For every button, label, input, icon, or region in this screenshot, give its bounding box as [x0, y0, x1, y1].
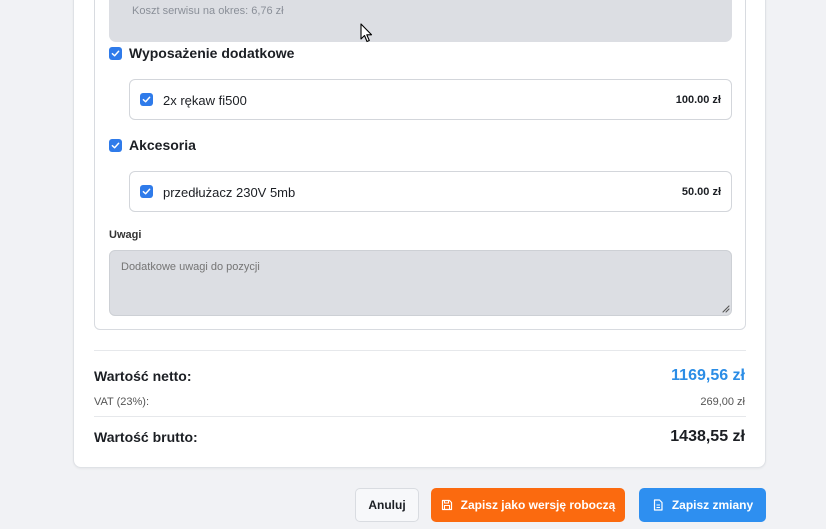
- position-details-panel: Koszt serwisu na okres: 6,76 zł Wyposaże…: [94, 0, 746, 330]
- save-draft-button[interactable]: Zapisz jako wersję roboczą: [431, 488, 625, 522]
- notes-textarea[interactable]: [109, 250, 732, 316]
- group-title-wyposazenie: Wyposażenie dodatkowe: [129, 45, 295, 61]
- net-value-label: Wartość netto:: [94, 368, 192, 384]
- position-edit-card: Koszt serwisu na okres: 6,76 zł Wyposaże…: [73, 0, 766, 468]
- group-checkbox-wyposazenie[interactable]: [109, 47, 122, 60]
- notes-label: Uwagi: [109, 229, 142, 241]
- checkmark-icon: [142, 96, 151, 103]
- document-icon: [653, 499, 663, 511]
- cancel-button[interactable]: Anuluj: [355, 488, 419, 522]
- item-price: 50.00 zł: [681, 186, 721, 198]
- floppy-disk-icon: [441, 499, 452, 511]
- net-value: 1169,56 zł: [671, 367, 745, 384]
- vat-label: VAT (23%):: [94, 396, 150, 408]
- gross-value-label: Wartość brutto:: [94, 429, 198, 445]
- save-changes-button-label: Zapisz zmiany: [671, 498, 754, 512]
- item-price: 100.00 zł: [675, 94, 721, 106]
- save-changes-button[interactable]: Zapisz zmiany: [639, 488, 766, 522]
- checkmark-icon: [111, 50, 120, 57]
- service-cost-field: Koszt serwisu na okres: 6,76 zł: [109, 0, 732, 42]
- checkmark-icon: [142, 188, 151, 195]
- accessory-item-row[interactable]: przedłużacz 230V 5mb 50.00 zł: [129, 171, 732, 212]
- vat-value: 269,00 zł: [700, 396, 745, 408]
- item-checkbox[interactable]: [140, 93, 153, 106]
- gross-divider: [94, 416, 746, 417]
- equipment-item-row[interactable]: 2x rękaw fi500 100.00 zł: [129, 79, 732, 120]
- resize-grip-icon[interactable]: [720, 303, 730, 313]
- save-draft-button-label: Zapisz jako wersję roboczą: [460, 498, 616, 512]
- checkmark-icon: [111, 142, 120, 149]
- item-name: przedłużacz 230V 5mb: [163, 185, 296, 200]
- item-checkbox[interactable]: [140, 185, 153, 198]
- group-checkbox-akcesoria[interactable]: [109, 139, 122, 152]
- group-title-akcesoria: Akcesoria: [129, 137, 196, 153]
- gross-value: 1438,55 zł: [670, 428, 745, 445]
- item-name: 2x rękaw fi500: [163, 93, 247, 108]
- cancel-button-label: Anuluj: [368, 498, 406, 512]
- summary-divider: [94, 350, 746, 351]
- service-cost-text: Koszt serwisu na okres: 6,76 zł: [132, 5, 284, 17]
